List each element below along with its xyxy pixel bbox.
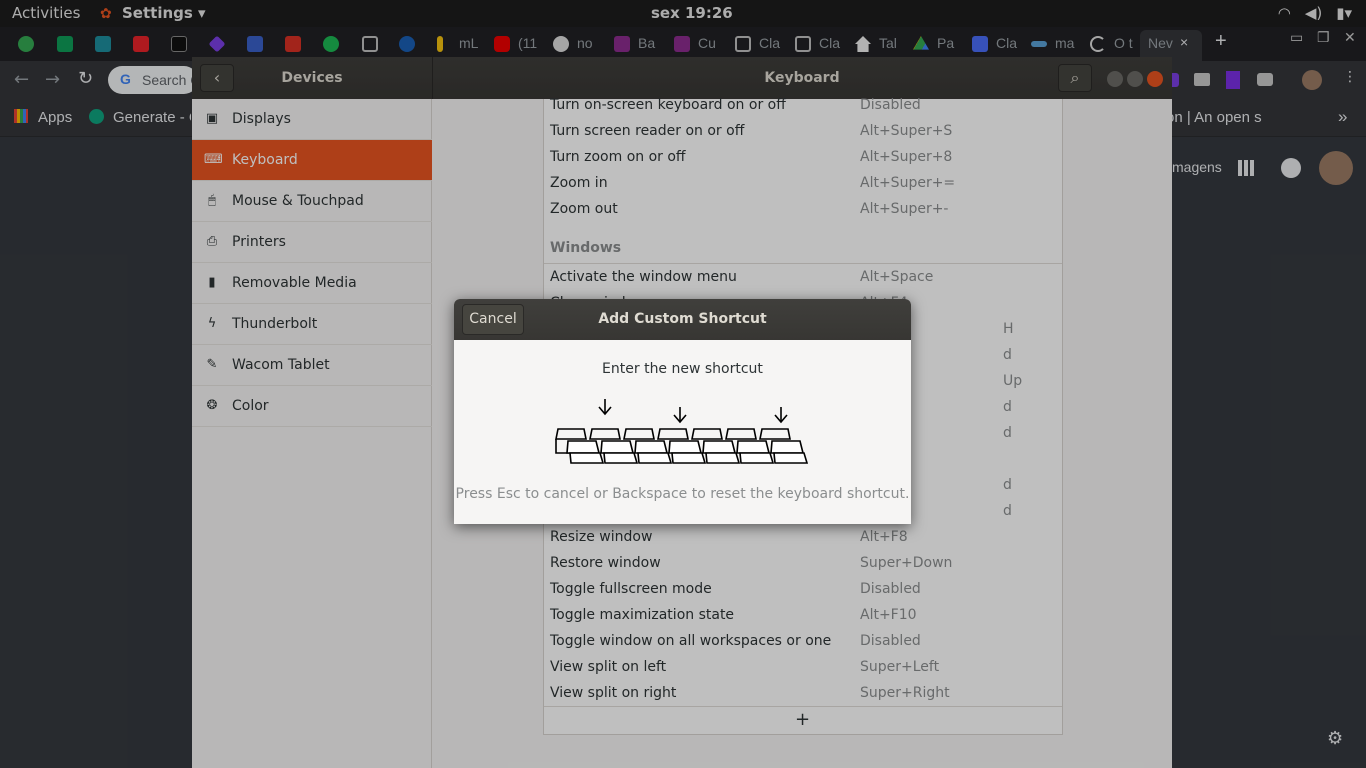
keyboard-illustration-icon (555, 399, 809, 464)
add-custom-shortcut-dialog: Cancel Add Custom Shortcut Enter the new… (454, 299, 911, 524)
dialog-headerbar: Cancel Add Custom Shortcut (454, 299, 911, 340)
dialog-prompt: Enter the new shortcut (602, 361, 763, 377)
dialog-hint: Press Esc to cancel or Backspace to rese… (455, 486, 910, 502)
dialog-title: Add Custom Shortcut (598, 311, 767, 327)
